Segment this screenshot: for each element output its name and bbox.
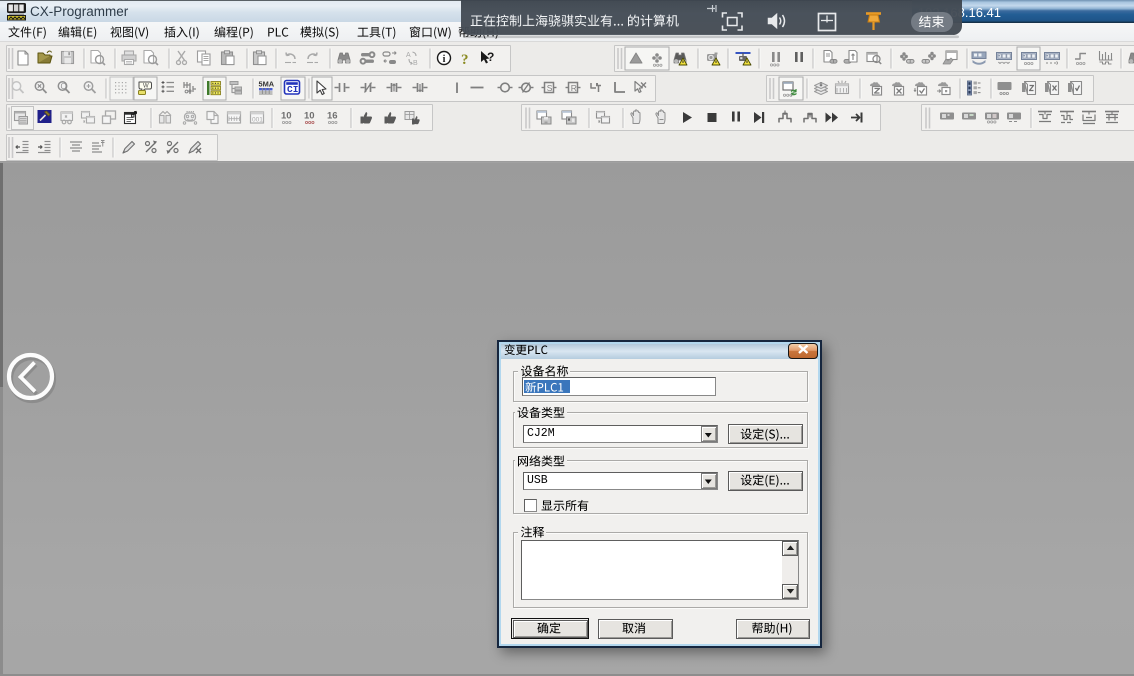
svg-text:5MA: 5MA	[259, 80, 275, 89]
svg-text:?: ?	[487, 50, 494, 64]
svg-text:001: 001	[252, 117, 263, 124]
svg-text:CI: CI	[287, 84, 298, 95]
svg-text:B: B	[413, 60, 418, 67]
svg-text:CX-Programmer: CX-Programmer	[30, 4, 129, 19]
svg-text:A: A	[406, 52, 411, 59]
svg-text:i: i	[443, 54, 446, 65]
svg-text:?: ?	[461, 52, 469, 68]
svg-text:S: S	[547, 83, 553, 93]
svg-text:R: R	[571, 83, 577, 93]
svg-text:16: 16	[327, 111, 338, 122]
svg-text:Q: Q	[61, 82, 67, 91]
svg-text:10: 10	[281, 111, 292, 122]
svg-text:W: W	[143, 84, 149, 90]
svg-text:10: 10	[304, 111, 315, 122]
